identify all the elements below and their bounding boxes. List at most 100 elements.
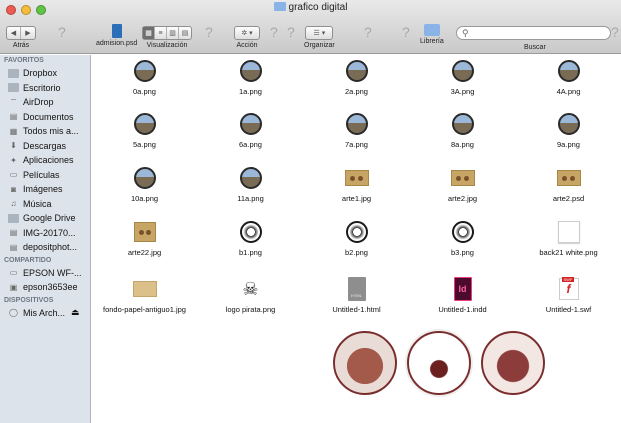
- sidebar-section-header: COMPARTIDO: [4, 256, 52, 264]
- file-thumbnail: [557, 59, 581, 83]
- sidebar-item[interactable]: ⬇ Descargas: [0, 139, 90, 154]
- forward-button[interactable]: ▶: [21, 27, 35, 39]
- file-item[interactable]: b2.png: [304, 220, 409, 257]
- sidebar-item[interactable]: Dropbox: [0, 66, 90, 81]
- file-item[interactable]: ☠ logo pirata.png: [198, 277, 303, 315]
- file-item[interactable]: 10a.png: [92, 166, 197, 203]
- file-name: arte22.jpg: [127, 248, 162, 257]
- file-name: 7a.png: [345, 140, 368, 149]
- sidebar-item-label: Dropbox: [23, 68, 58, 79]
- missing-item-icon: ?: [611, 24, 619, 40]
- art-image-icon: [133, 222, 156, 242]
- missing-item-icon: ?: [287, 24, 295, 40]
- file-item[interactable]: 1a.png: [198, 59, 303, 96]
- sidebar-item[interactable]: ▭ Películas: [0, 168, 90, 183]
- file-item[interactable]: 11a.png: [198, 166, 303, 203]
- printer-icon: ▭: [9, 268, 18, 278]
- file-thumbnail: [451, 59, 475, 83]
- action-control: ✲ ▾ Acción: [234, 26, 260, 49]
- sidebar-item[interactable]: Google Drive: [0, 211, 90, 226]
- file-thumbnail: [345, 112, 369, 136]
- sidebar-item[interactable]: ⌔ AirDrop: [0, 95, 90, 110]
- sidebar-item[interactable]: ▣ epson3653ee: [0, 280, 90, 295]
- current-file-item[interactable]: admision.psd: [96, 24, 137, 47]
- sidebar-item[interactable]: ▤ Documentos: [0, 110, 90, 125]
- file-item[interactable]: SWF f Untitled-1.swf: [516, 277, 621, 314]
- arrange-button[interactable]: ☰ ▾: [305, 26, 334, 40]
- action-label: Acción: [236, 42, 258, 49]
- back-button[interactable]: ◀: [7, 27, 21, 39]
- view-control: ▦ ≡ ▥ ▤ Visualización: [142, 26, 192, 49]
- file-item[interactable]: 7a.png: [304, 112, 409, 149]
- sidebar-item[interactable]: ✦ Aplicaciones: [0, 153, 90, 168]
- search-icon: ⚲: [462, 28, 469, 38]
- library-label: Librería: [420, 38, 444, 45]
- eject-icon[interactable]: ⏏: [71, 307, 80, 318]
- file-thumbnail: [557, 220, 581, 244]
- file-item[interactable]: arte2.psd: [516, 166, 621, 203]
- file-item[interactable]: Id Untitled-1.indd: [410, 277, 515, 314]
- gear-icon: ✲ ▾: [241, 30, 253, 37]
- file-name: 3A.png: [450, 87, 475, 96]
- missing-item-icon: ?: [402, 24, 410, 40]
- file-item[interactable]: 8a.png: [410, 112, 515, 149]
- file-item[interactable]: 0a.png: [92, 59, 197, 96]
- file-thumbnail: [556, 166, 581, 190]
- column-view-button[interactable]: ▥: [167, 27, 179, 39]
- circle-photo-icon: [345, 60, 368, 82]
- file-thumbnail: SWF f: [557, 277, 581, 301]
- sidebar-item-label: depositphot...: [23, 242, 78, 253]
- sidebar-item[interactable]: ▭ EPSON WF-...: [0, 266, 90, 281]
- flash-letter: f: [566, 282, 571, 296]
- server-icon: ▣: [9, 282, 18, 292]
- document-icon: ▤: [9, 242, 18, 252]
- file-item[interactable]: b3.png: [410, 220, 515, 257]
- seal-image-left: [333, 331, 397, 395]
- missing-item-icon: ?: [364, 24, 372, 40]
- file-item[interactable]: 2a.png: [304, 59, 409, 96]
- sidebar-item[interactable]: ▤ IMG-20170...: [0, 226, 90, 241]
- file-name: b2.png: [345, 248, 368, 257]
- folder-icon: [8, 68, 19, 78]
- file-name: arte2.jpg: [447, 194, 478, 203]
- sidebar-item-label: AirDrop: [23, 97, 54, 108]
- sidebar-item[interactable]: ◯ Mis Arch... ⏏: [0, 306, 90, 321]
- file-item[interactable]: 9a.png: [516, 112, 621, 149]
- icon-view-button[interactable]: ▦: [143, 27, 155, 39]
- folder-icon: [8, 213, 19, 223]
- seal-image-center: [407, 331, 471, 395]
- file-name: Untitled-1.swf: [545, 305, 592, 314]
- file-grid: 0a.png 1a.png 2a.png 3A.png 4A.png 5a.png 6a.p…: [92, 55, 621, 423]
- file-item[interactable]: arte22.jpg: [92, 220, 197, 257]
- file-name: arte2.psd: [552, 194, 585, 203]
- sidebar-item[interactable]: Escritorio: [0, 81, 90, 96]
- file-item[interactable]: fondo-papel-antiguo1.jpg: [92, 277, 197, 314]
- file-item[interactable]: HTML Untitled-1.html: [304, 277, 409, 314]
- sidebar-item-label: Documentos: [23, 111, 74, 122]
- file-item[interactable]: 5a.png: [92, 112, 197, 149]
- circle-photo-icon: [451, 113, 474, 135]
- search-field[interactable]: ⚲: [456, 26, 611, 40]
- action-button[interactable]: ✲ ▾: [234, 26, 260, 40]
- sidebar-item-label: Descargas: [23, 140, 67, 151]
- sidebar-item[interactable]: ▤ depositphot...: [0, 240, 90, 255]
- file-item[interactable]: arte2.jpg: [410, 166, 515, 203]
- file-item[interactable]: 3A.png: [410, 59, 515, 96]
- sidebar-item[interactable]: ♫ Música: [0, 197, 90, 212]
- file-name: 0a.png: [133, 87, 156, 96]
- file-item[interactable]: 4A.png: [516, 59, 621, 96]
- file-item[interactable]: 6a.png: [198, 112, 303, 149]
- circle-photo-icon: [239, 113, 262, 135]
- list-view-button[interactable]: ≡: [155, 27, 167, 39]
- file-thumbnail: [557, 112, 581, 136]
- sidebar-item[interactable]: ◙ Imágenes: [0, 182, 90, 197]
- library-item[interactable]: Librería: [420, 24, 444, 45]
- file-name: 4A.png: [556, 87, 581, 96]
- file-item[interactable]: b1.png: [198, 220, 303, 257]
- file-item[interactable]: back21 white.png: [516, 220, 621, 257]
- sidebar-item-label: Todos mis a...: [23, 126, 79, 137]
- file-item[interactable]: arte1.jpg: [304, 166, 409, 203]
- coverflow-view-button[interactable]: ▤: [179, 27, 191, 39]
- sidebar-item[interactable]: ▦ Todos mis a...: [0, 124, 90, 139]
- arrange-label: Organizar: [304, 42, 335, 49]
